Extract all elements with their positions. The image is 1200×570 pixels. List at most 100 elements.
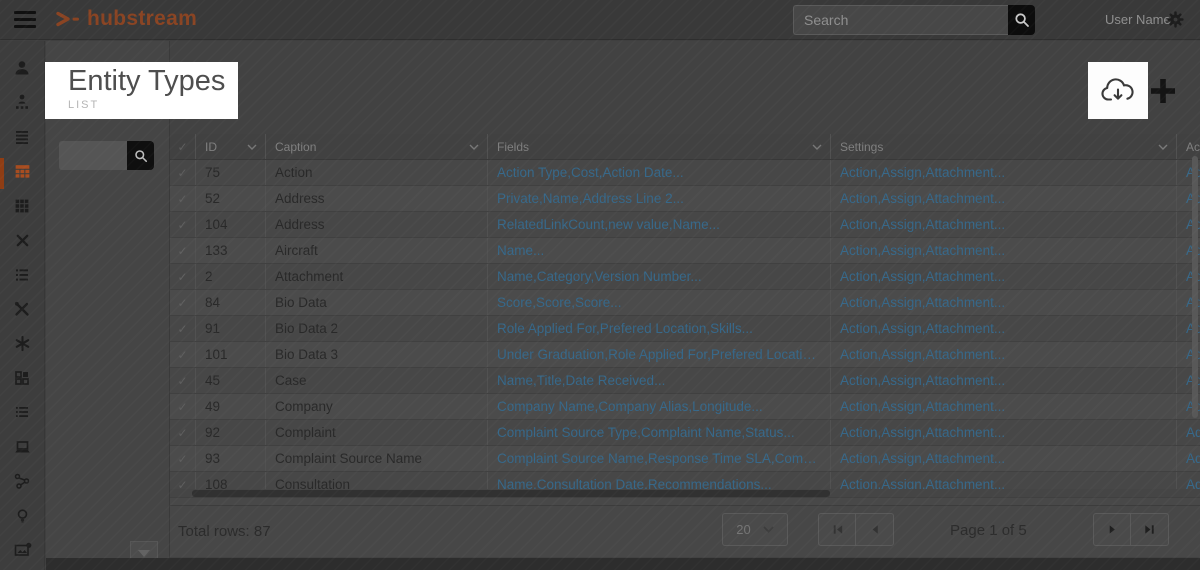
sidebar-item-flow[interactable]	[0, 467, 45, 501]
search-button[interactable]	[1008, 5, 1035, 35]
settings-link[interactable]: Action,Assign,Attachment...	[840, 165, 1005, 180]
fields-link[interactable]: Company Name,Company Alias,Longitude...	[497, 399, 763, 414]
table-row[interactable]: ✓101Bio Data 3Under Graduation,Role Appl…	[170, 342, 1200, 368]
row-checkbox[interactable]: ✓	[170, 342, 195, 367]
last-page-button[interactable]	[1131, 513, 1169, 546]
header-select-all[interactable]: ✓	[170, 134, 195, 159]
fields-link[interactable]: Name,Title,Date Received...	[497, 373, 665, 388]
column-header-id[interactable]: ID	[195, 134, 265, 159]
table-row[interactable]: ✓104AddressRelatedLinkCount,new value,Na…	[170, 212, 1200, 238]
settings-link[interactable]: Action,Assign,Attachment...	[840, 243, 1005, 258]
chevron-down-icon[interactable]	[247, 144, 257, 150]
settings-link[interactable]: Action,Assign,Attachment...	[840, 191, 1005, 206]
row-checkbox[interactable]: ✓	[170, 160, 195, 185]
settings-link[interactable]: Action,Assign,Attachment...	[840, 321, 1005, 336]
next-page-button[interactable]	[1093, 513, 1131, 546]
sidebar-item-asterisk[interactable]	[0, 329, 45, 363]
column-header-fields[interactable]: Fields	[487, 134, 830, 159]
sidebar-item-table[interactable]	[0, 156, 45, 190]
add-icon	[1149, 77, 1177, 105]
sidebar-item-tools[interactable]	[0, 294, 45, 328]
sidebar-item-menu-list[interactable]	[0, 398, 45, 432]
settings-link[interactable]: Action,Assign,Attachment...	[840, 269, 1005, 284]
row-checkbox[interactable]: ✓	[170, 368, 195, 393]
cell-id: 84	[195, 290, 265, 315]
settings-link[interactable]: Action,Assign,Attachment...	[840, 451, 1005, 466]
column-header-action[interactable]: Action	[1176, 134, 1200, 159]
table-row[interactable]: ✓92ComplaintComplaint Source Type,Compla…	[170, 420, 1200, 446]
settings-link[interactable]: Action,Assign,Attachment...	[840, 347, 1005, 362]
sidebar-item-user[interactable]	[0, 53, 45, 87]
settings-link[interactable]: Action,Assign,Attachment...	[840, 399, 1005, 414]
row-checkbox[interactable]: ✓	[170, 394, 195, 419]
sidebar-item-close[interactable]	[0, 225, 45, 259]
fields-link[interactable]: Name,Category,Version Number...	[497, 269, 702, 284]
row-checkbox[interactable]: ✓	[170, 446, 195, 471]
sidebar-item-widgets[interactable]	[0, 363, 45, 397]
search-input[interactable]	[793, 5, 1008, 35]
gear-icon[interactable]	[1166, 10, 1185, 34]
row-checkbox[interactable]: ✓	[170, 264, 195, 289]
table-row[interactable]: ✓133AircraftName...Action,Assign,Attachm…	[170, 238, 1200, 264]
download-button[interactable]	[1088, 62, 1148, 119]
settings-link[interactable]: Action,Assign,Attachment...	[840, 425, 1005, 440]
table-row[interactable]: ✓91Bio Data 2Role Applied For,Prefered L…	[170, 316, 1200, 342]
cloud-download-icon	[1100, 76, 1136, 106]
hubstream-logo[interactable]: hubstream	[55, 7, 197, 31]
page-size-select[interactable]: 20	[722, 513, 788, 546]
settings-link[interactable]: Action,Assign,Attachment...	[840, 295, 1005, 310]
previous-page-button[interactable]	[856, 513, 894, 546]
sidebar-item-bulb[interactable]	[0, 501, 45, 535]
chevron-down-icon[interactable]	[469, 144, 479, 150]
add-button[interactable]	[1148, 76, 1178, 106]
fields-link[interactable]: Complaint Source Type,Complaint Name,Sta…	[497, 425, 795, 440]
fields-link[interactable]: RelatedLinkCount,new value,Name...	[497, 217, 720, 232]
action-link[interactable]: Add...	[1186, 451, 1200, 466]
table-row[interactable]: ✓49CompanyCompany Name,Company Alias,Lon…	[170, 394, 1200, 420]
table-row[interactable]: ✓2AttachmentName,Category,Version Number…	[170, 264, 1200, 290]
menu-icon[interactable]	[14, 11, 36, 28]
sidebar-item-checklist[interactable]	[0, 260, 45, 294]
fields-link[interactable]: Name...	[497, 243, 544, 258]
cell-settings: Action,Assign,Attachment...	[830, 186, 1176, 211]
fields-link[interactable]: Under Graduation,Role Applied For,Prefer…	[497, 347, 822, 362]
first-page-button[interactable]	[818, 513, 856, 546]
column-header-caption[interactable]: Caption	[265, 134, 487, 159]
table-row[interactable]: ✓93Complaint Source NameComplaint Source…	[170, 446, 1200, 472]
fields-link[interactable]: Action Type,Cost,Action Date...	[497, 165, 684, 180]
row-checkbox[interactable]: ✓	[170, 316, 195, 341]
sidebar-item-grid[interactable]	[0, 191, 45, 225]
sidebar-item-org[interactable]	[0, 87, 45, 121]
table-row[interactable]: ✓84Bio DataScore,Score,Score...Action,As…	[170, 290, 1200, 316]
fields-link[interactable]: Private,Name,Address Line 2...	[497, 191, 684, 206]
horizontal-scrollbar[interactable]	[170, 489, 1200, 497]
row-checkbox[interactable]: ✓	[170, 238, 195, 263]
settings-link[interactable]: Action,Assign,Attachment...	[840, 373, 1005, 388]
user-name[interactable]: User Name	[1105, 12, 1171, 27]
panel-search-button[interactable]	[127, 141, 154, 170]
fields-link[interactable]: Score,Score,Score...	[497, 295, 622, 310]
fields-link[interactable]: Complaint Source Name,Response Time SLA,…	[497, 451, 822, 466]
chevron-down-icon[interactable]	[812, 144, 822, 150]
table-row[interactable]: ✓75ActionAction Type,Cost,Action Date...…	[170, 160, 1200, 186]
action-link[interactable]: Add...	[1186, 425, 1200, 440]
sidebar-item-list[interactable]	[0, 122, 45, 156]
horizontal-scrollbar-thumb[interactable]	[192, 490, 830, 497]
table-row[interactable]: ✓45CaseName,Title,Date Received...Action…	[170, 368, 1200, 394]
cell-settings: Action,Assign,Attachment...	[830, 342, 1176, 367]
vertical-scrollbar-thumb[interactable]	[1192, 156, 1198, 418]
cell-fields: Company Name,Company Alias,Longitude...	[487, 394, 830, 419]
check-icon: ✓	[177, 348, 187, 362]
sidebar-item-photo[interactable]	[0, 536, 45, 570]
table-row[interactable]: ✓52AddressPrivate,Name,Address Line 2...…	[170, 186, 1200, 212]
panel-search-input[interactable]	[59, 141, 127, 170]
fields-link[interactable]: Role Applied For,Prefered Location,Skill…	[497, 321, 753, 336]
row-checkbox[interactable]: ✓	[170, 186, 195, 211]
settings-link[interactable]: Action,Assign,Attachment...	[840, 217, 1005, 232]
row-checkbox[interactable]: ✓	[170, 420, 195, 445]
column-header-settings[interactable]: Settings	[830, 134, 1176, 159]
row-checkbox[interactable]: ✓	[170, 212, 195, 237]
sidebar-item-laptop[interactable]	[0, 432, 45, 466]
chevron-down-icon[interactable]	[1158, 144, 1168, 150]
row-checkbox[interactable]: ✓	[170, 290, 195, 315]
